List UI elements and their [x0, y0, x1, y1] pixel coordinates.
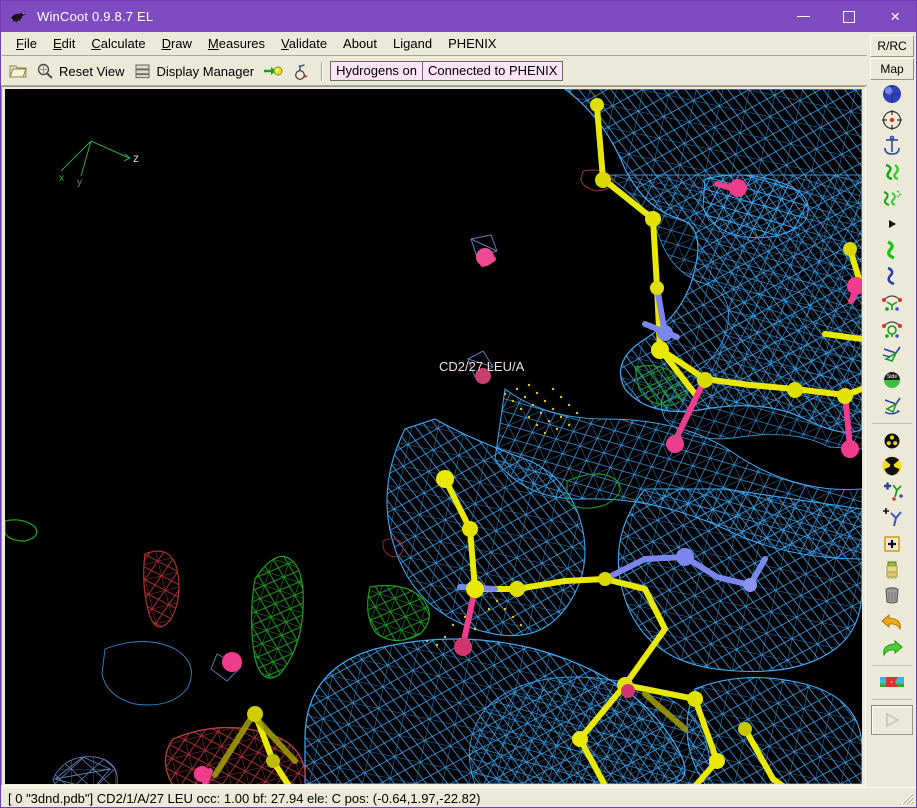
sphere-refine-icon[interactable]: [870, 81, 914, 107]
sidebar-divider-2: [872, 665, 912, 666]
sidebar-divider-3: [872, 699, 912, 700]
tab-r-rc[interactable]: R/RC: [870, 35, 914, 57]
undo-icon[interactable]: [870, 609, 914, 635]
resize-grip-icon[interactable]: [899, 790, 915, 806]
molecule-icon: [292, 63, 310, 80]
menu-bar: File Edit Calculate Draw Measures Valida…: [2, 32, 917, 56]
regularize-fragment-icon[interactable]: [870, 185, 914, 211]
molecule-model: [5, 89, 862, 784]
display-manager-button[interactable]: Display Manager: [134, 63, 255, 79]
ligand-view-button[interactable]: [292, 63, 310, 80]
clear-atom-icon[interactable]: [870, 557, 914, 583]
menu-about[interactable]: About: [335, 34, 385, 53]
menu-phenix[interactable]: PHENIX: [440, 34, 504, 53]
title-bar: WinCoot 0.9.8.7 EL ×: [1, 1, 917, 32]
status-bar: [ 0 "3dnd.pdb"] CD2/1/A/27 LEU occ: 1.00…: [2, 787, 917, 808]
rotate-translate-zone-icon[interactable]: [870, 263, 914, 289]
menu-edit[interactable]: Edit: [45, 34, 83, 53]
magnifier-icon: [36, 63, 54, 79]
tab-map[interactable]: Map: [870, 58, 914, 80]
svg-text:Side: Side: [887, 374, 897, 380]
run-script-flag-icon[interactable]: [870, 669, 914, 695]
layers-icon: [134, 63, 152, 79]
menu-draw[interactable]: Draw: [154, 34, 200, 53]
redo-icon[interactable]: [870, 635, 914, 661]
close-button[interactable]: ×: [872, 1, 917, 32]
add-terminal-residue-icon[interactable]: [870, 427, 914, 453]
tool-bar: Reset View Display Manager: [2, 57, 917, 86]
flip-peptide-icon[interactable]: [870, 341, 914, 367]
status-text: [ 0 "3dnd.pdb"] CD2/1/A/27 LEU occ: 1.00…: [2, 791, 480, 806]
phenix-status-chip[interactable]: Connected to PHENIX: [422, 61, 563, 81]
menu-calculate[interactable]: Calculate: [83, 34, 153, 53]
menu-file[interactable]: File: [8, 34, 45, 53]
green-arrow-blob-icon: [263, 63, 283, 79]
add-atom-icon[interactable]: [870, 479, 914, 505]
window-title: WinCoot 0.9.8.7 EL: [37, 9, 153, 24]
toolbar-separator: [321, 62, 323, 81]
mutate-auto-fit-icon[interactable]: [870, 393, 914, 419]
wincoot-window: WinCoot 0.9.8.7 EL × File Edit Calculate…: [0, 0, 917, 808]
reset-view-button[interactable]: Reset View: [36, 63, 125, 79]
maximize-button[interactable]: [826, 1, 872, 32]
reset-view-label: Reset View: [59, 64, 125, 79]
clear-pending-picks-icon[interactable]: [870, 505, 914, 531]
open-coordinates-button[interactable]: [9, 63, 27, 79]
edit-chi-angles-icon[interactable]: [870, 289, 914, 315]
menu-measures[interactable]: Measures: [200, 34, 273, 53]
gl-canvas[interactable]: x y z: [5, 89, 862, 784]
menu-validate[interactable]: Validate: [273, 34, 335, 53]
gl-view-frame: x y z: [2, 87, 864, 785]
atom-label: CD2/27 LEU/A: [439, 359, 524, 374]
folder-open-icon: [9, 63, 27, 79]
minimize-button[interactable]: [780, 1, 826, 32]
refine-fragment-icon[interactable]: [870, 159, 914, 185]
go-to-blob-button[interactable]: [263, 63, 283, 79]
crosshair-center-icon[interactable]: [870, 107, 914, 133]
anchor-rigid-body-icon[interactable]: [870, 133, 914, 159]
sidebar-divider-1: [872, 423, 912, 424]
edit-backbone-torsion-icon[interactable]: [870, 315, 914, 341]
delete-item-icon[interactable]: [870, 531, 914, 557]
auto-fit-rotamer-icon[interactable]: [870, 237, 914, 263]
play-triangle-icon[interactable]: [870, 211, 914, 237]
refine-play-button[interactable]: [871, 705, 913, 735]
right-toolbar: R/RC Map: [867, 33, 917, 785]
display-manager-label: Display Manager: [157, 64, 255, 79]
menu-ligand[interactable]: Ligand: [385, 34, 440, 53]
hydrogens-status-chip[interactable]: Hydrogens on: [330, 61, 423, 81]
coot-bird-icon: [5, 1, 33, 32]
add-alt-conf-icon[interactable]: [870, 453, 914, 479]
side-chain-180-icon[interactable]: Side: [870, 367, 914, 393]
trash-delete-icon[interactable]: [870, 583, 914, 609]
